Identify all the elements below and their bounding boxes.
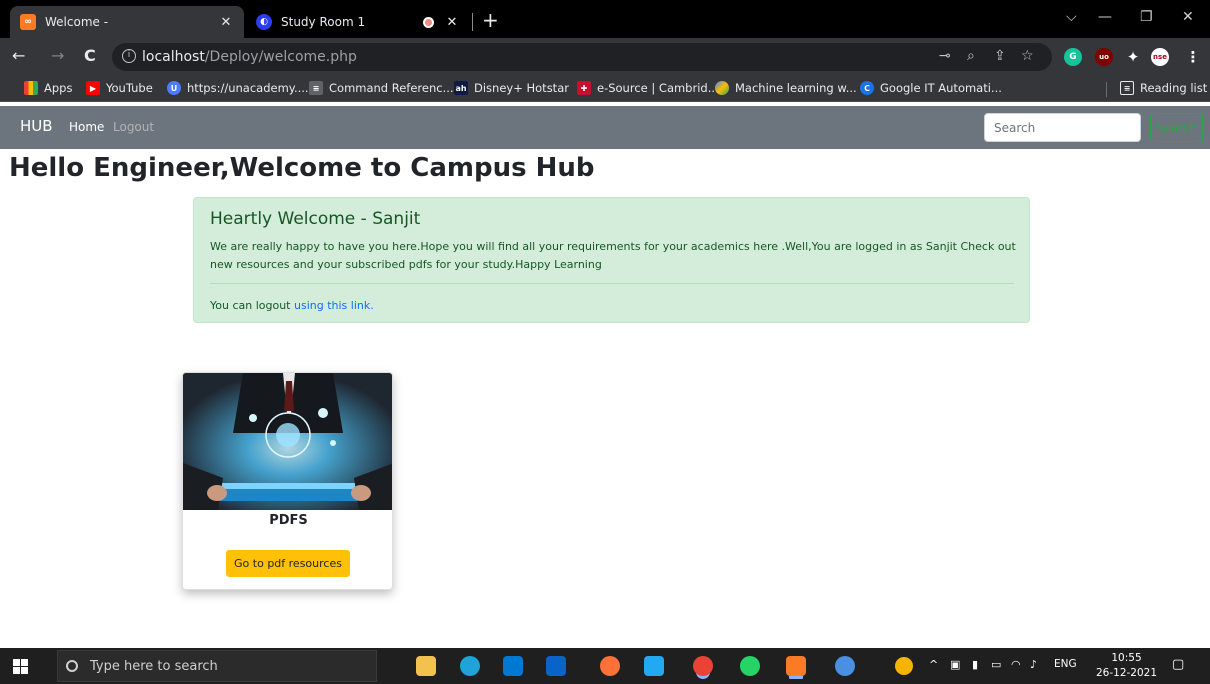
logout-link[interactable]: using this link.: [294, 299, 374, 312]
wifi-icon[interactable]: ◠: [1011, 658, 1021, 671]
vscode-icon[interactable]: [644, 656, 664, 676]
close-tab-icon[interactable]: ✕: [218, 15, 234, 30]
bookmarks-bar: Apps ▶ YouTube U https://unacademy.... ≡…: [0, 76, 1210, 102]
address-bar[interactable]: i localhost/Deploy/welcome.php ⊸ ⌕ ⇪ ☆: [112, 43, 1052, 71]
site-navbar: HUB Home Logout Search: [0, 106, 1210, 149]
bookmark-command-reference[interactable]: ≡ Command Referenc...: [309, 81, 454, 95]
battery-icon[interactable]: ▭: [991, 658, 1001, 671]
tab-title: Welcome -: [45, 15, 109, 29]
bookmark-machine-learning[interactable]: Machine learning w...: [715, 81, 857, 95]
alert-body: We are really happy to have you here.Hop…: [210, 240, 1016, 271]
unacademy-icon: U: [167, 81, 181, 95]
reading-list-icon: ≡: [1120, 81, 1134, 95]
notifications-icon[interactable]: ▢: [1172, 657, 1184, 672]
nav-link-logout[interactable]: Logout: [113, 120, 154, 134]
tray-device-icon[interactable]: ▣: [950, 658, 960, 671]
mail-icon[interactable]: [546, 656, 566, 676]
grammarly-icon[interactable]: G: [1064, 48, 1082, 66]
edge-icon[interactable]: [460, 656, 480, 676]
alert-heading: Heartly Welcome - Sanjit: [210, 209, 421, 229]
new-tab-button[interactable]: +: [482, 8, 499, 32]
tab-separator: [472, 13, 473, 31]
search-button[interactable]: Search: [1150, 113, 1203, 142]
store-icon[interactable]: [503, 656, 523, 676]
key-icon[interactable]: ⊸: [939, 48, 951, 64]
chrome-icon[interactable]: [693, 656, 713, 676]
help-icon[interactable]: [895, 657, 913, 675]
volume-icon[interactable]: ♪: [1030, 658, 1037, 671]
extensions-puzzle-icon[interactable]: ✦: [1124, 48, 1142, 66]
search-input[interactable]: [984, 113, 1141, 142]
hotstar-icon: ah: [454, 81, 468, 95]
bookmark-disney-hotstar[interactable]: ah Disney+ Hotstar: [454, 81, 569, 95]
xampp-icon: ∞: [20, 14, 36, 30]
bookmark-unacademy[interactable]: U https://unacademy....: [167, 81, 309, 95]
ublock-icon[interactable]: uo: [1095, 48, 1113, 66]
language-indicator[interactable]: ENG: [1054, 658, 1077, 670]
nav-link-home[interactable]: Home: [69, 120, 104, 134]
whatsapp-icon[interactable]: [740, 656, 760, 676]
go-to-pdf-resources-button[interactable]: Go to pdf resources: [226, 550, 350, 577]
firefox-icon[interactable]: [600, 656, 620, 676]
pdfs-card: PDFS Go to pdf resources: [182, 372, 393, 590]
apps-grid-icon: [24, 81, 38, 95]
close-window-button[interactable]: ✕: [1182, 9, 1194, 25]
minimize-button[interactable]: —: [1098, 9, 1112, 25]
bookmark-google-it[interactable]: C Google IT Automati...: [860, 81, 1002, 95]
menu-kebab-icon[interactable]: ⋮: [1184, 48, 1202, 66]
document-icon: ≡: [309, 81, 323, 95]
browser-tab-strip: ∞ Welcome - ✕ ◐ Study Room 1 ✕ + ⌵ — ❐ ✕: [0, 0, 1210, 38]
cambridge-shield-icon: ✚: [577, 81, 591, 95]
url-text: localhost/Deploy/welcome.php: [142, 49, 357, 65]
bookmarks-separator: [1106, 82, 1107, 97]
navbar-brand[interactable]: HUB: [20, 117, 53, 135]
windows-taskbar: Type here to search ^ ▣ ▮ ▭ ◠ ♪ ENG 10:5…: [0, 648, 1210, 684]
file-explorer-icon[interactable]: [416, 656, 436, 676]
forward-button[interactable]: →: [51, 46, 64, 65]
tray-usb-icon[interactable]: ▮: [972, 658, 978, 671]
zoom-icon[interactable]: ⌕: [967, 48, 975, 64]
maximize-button[interactable]: ❐: [1140, 9, 1153, 25]
tab-title: Study Room 1: [281, 15, 366, 29]
reload-button[interactable]: C: [84, 46, 96, 65]
recording-icon: [423, 16, 434, 28]
tab-welcome[interactable]: ∞ Welcome - ✕: [10, 6, 244, 38]
close-tab-icon[interactable]: ✕: [444, 15, 460, 30]
search-icon: [66, 660, 78, 672]
youtube-icon: ▶: [86, 81, 100, 95]
browser-toolbar: ← → C i localhost/Deploy/welcome.php ⊸ ⌕…: [0, 38, 1210, 76]
back-button[interactable]: ←: [12, 46, 25, 65]
coursera-icon: C: [860, 81, 874, 95]
reading-list-button[interactable]: ≡ Reading list: [1120, 81, 1207, 95]
taskbar-clock[interactable]: 10:55 26-12-2021: [1096, 651, 1157, 681]
page-title: Hello Engineer,Welcome to Campus Hub: [9, 153, 595, 183]
welcome-alert: Heartly Welcome - Sanjit We are really h…: [193, 197, 1030, 323]
bookmark-apps[interactable]: Apps: [24, 81, 72, 95]
study-room-icon: ◐: [256, 14, 272, 30]
alert-divider: [210, 283, 1014, 284]
bookmark-esource-cambridge[interactable]: ✚ e-Source | Cambrid...: [577, 81, 719, 95]
clock-date: 26-12-2021: [1096, 667, 1158, 679]
profile-avatar[interactable]: nse: [1151, 48, 1169, 66]
alert-footer: You can logout using this link.: [210, 299, 374, 312]
windows-start-icon[interactable]: [13, 659, 28, 674]
tab-search-icon[interactable]: ⌵: [1066, 9, 1077, 25]
clock-time: 10:55: [1111, 652, 1142, 664]
taskbar-search-box[interactable]: Type here to search: [57, 650, 377, 682]
tab-study-room[interactable]: ◐ Study Room 1 ✕: [246, 6, 470, 38]
share-icon[interactable]: ⇪: [994, 48, 1006, 64]
card-image: [183, 373, 392, 510]
tray-chevron-icon[interactable]: ^: [929, 658, 938, 671]
bookmark-star-icon[interactable]: ☆: [1021, 48, 1034, 64]
site-info-icon[interactable]: i: [122, 49, 136, 63]
card-title: PDFS: [269, 513, 308, 528]
google-cloud-icon: [715, 81, 729, 95]
chrome-profile-icon[interactable]: [835, 656, 855, 676]
bookmark-youtube[interactable]: ▶ YouTube: [86, 81, 153, 95]
xampp-taskbar-icon[interactable]: [786, 656, 806, 676]
